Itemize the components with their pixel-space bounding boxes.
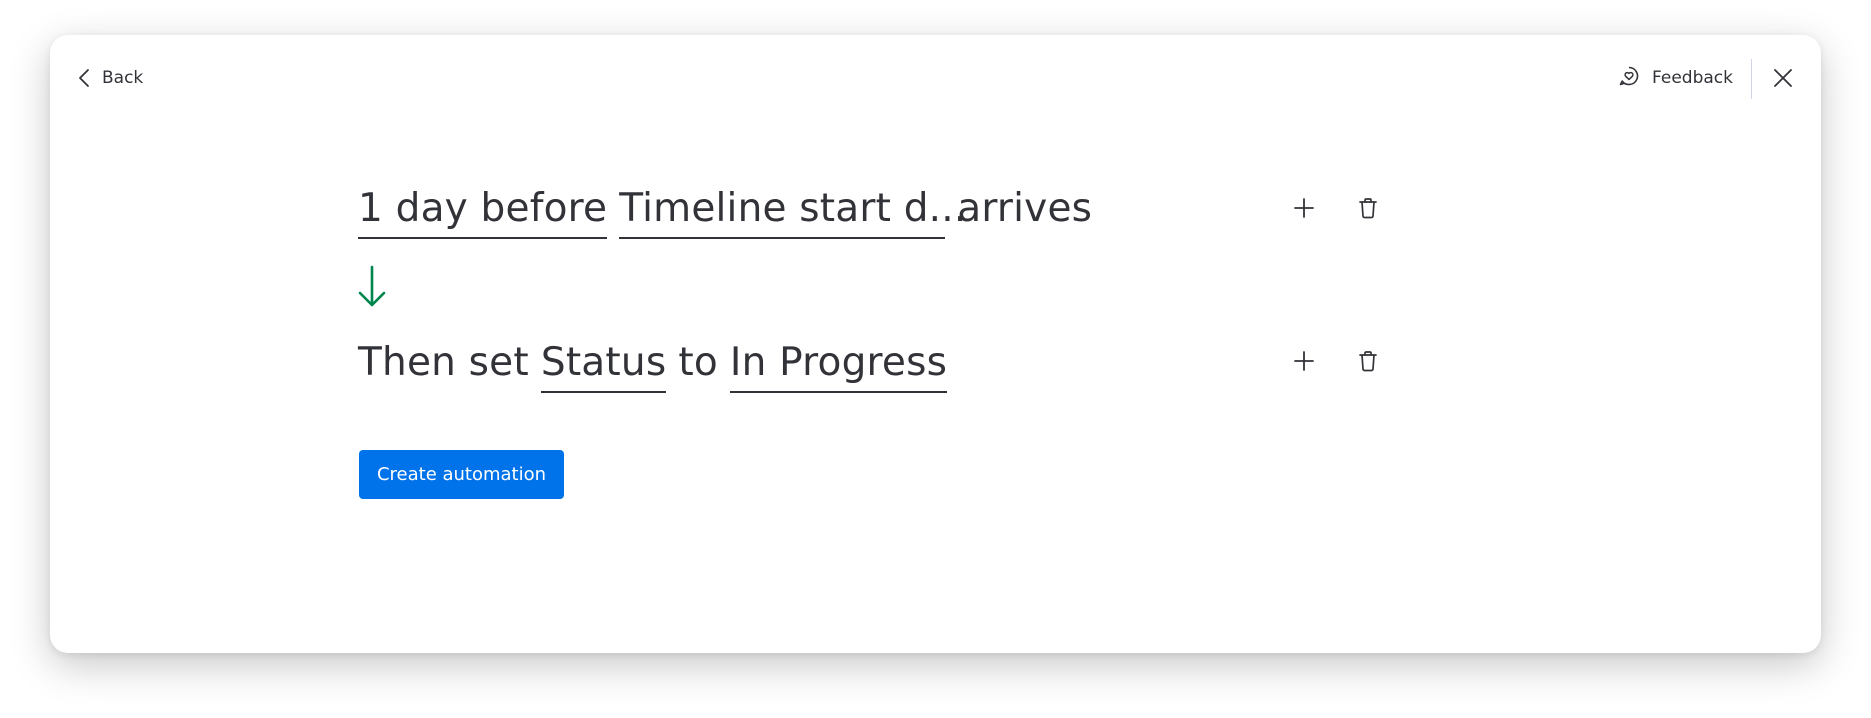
action-column-token[interactable]: Status (540, 337, 667, 393)
feedback-button[interactable]: Feedback (1618, 63, 1733, 93)
action-sentence: Then set Status to In Progress (358, 337, 948, 393)
delete-action-button[interactable] (1356, 351, 1380, 375)
chevron-left-icon (78, 68, 90, 88)
close-icon (1771, 69, 1795, 94)
trigger-column-token[interactable]: Timeline start d... (619, 183, 966, 239)
trash-icon (1358, 197, 1378, 223)
action-connector: to (678, 340, 718, 385)
close-button[interactable] (1771, 66, 1795, 90)
add-action-button[interactable] (1292, 351, 1316, 375)
back-button[interactable]: Back (78, 63, 143, 93)
trigger-row-actions (1292, 198, 1380, 222)
chat-heart-icon (1618, 65, 1640, 92)
action-row-actions (1292, 351, 1380, 375)
trigger-sentence: 1 day before Timeline start d... arrives (358, 183, 1092, 239)
back-label: Back (102, 68, 144, 88)
delete-trigger-button[interactable] (1356, 198, 1380, 222)
trigger-offset-token[interactable]: 1 day before (358, 183, 608, 239)
arrow-down-icon (356, 265, 388, 309)
plus-icon (1293, 350, 1315, 376)
trigger-suffix: arrives (957, 186, 1093, 231)
action-value-token[interactable]: In Progress (729, 337, 948, 393)
create-automation-button[interactable]: Create automation (359, 450, 564, 499)
header-divider (1751, 59, 1752, 99)
plus-icon (1293, 197, 1315, 223)
page: Back Feedback 1 day before Timeline star… (0, 0, 1871, 718)
add-condition-button[interactable] (1292, 198, 1316, 222)
trash-icon (1358, 350, 1378, 376)
action-prefix: Then set (358, 340, 529, 385)
feedback-label: Feedback (1652, 68, 1733, 88)
